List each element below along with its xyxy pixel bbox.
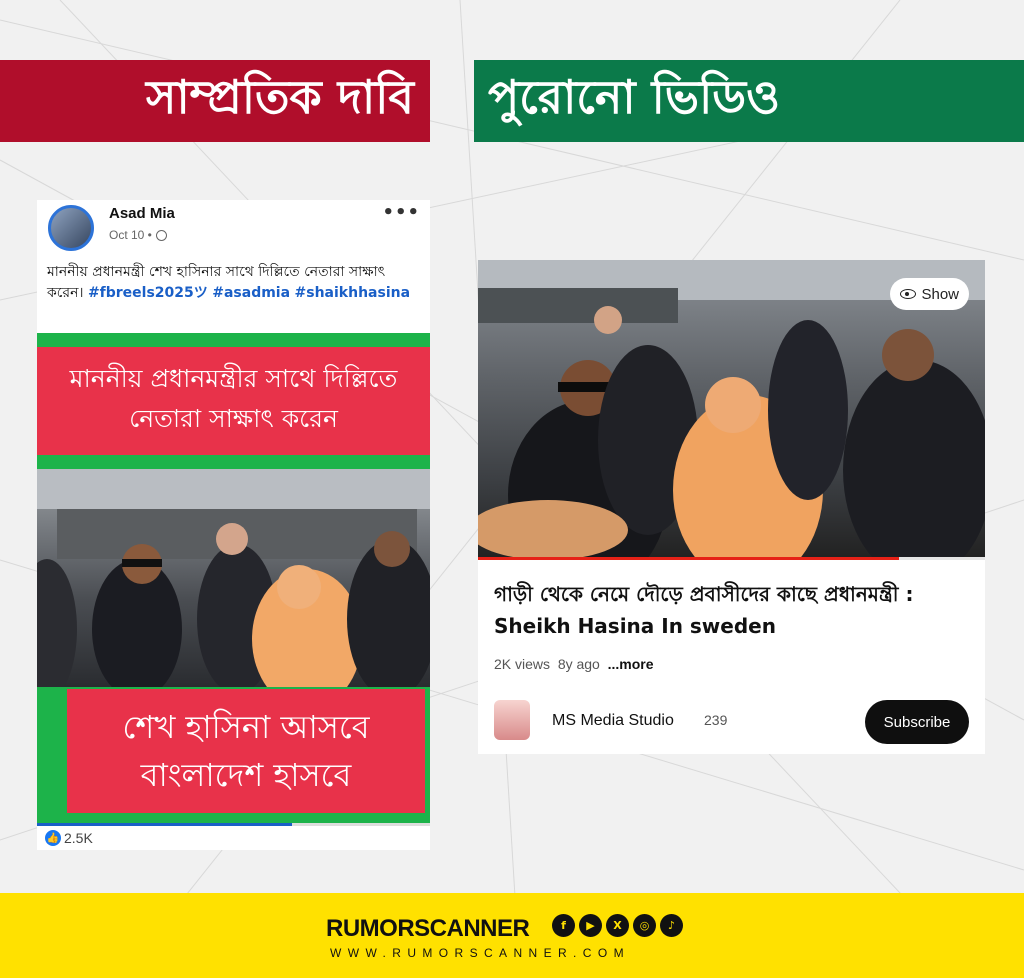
x-icon[interactable]: X [606, 914, 629, 937]
hashtag[interactable]: #asadmia [212, 285, 290, 301]
reaction-count-text: 2.5K [64, 830, 93, 846]
instagram-icon[interactable]: ◎ [633, 914, 656, 937]
like-icon: 👍 [45, 830, 61, 846]
video-progress-bar[interactable] [478, 557, 985, 560]
facebook-icon[interactable]: f [552, 914, 575, 937]
footer: RUMORSCANNER f ▶ X ◎ ♪ WWW.RUMORSCANNER.… [0, 893, 1024, 978]
channel-name[interactable]: MS Media Studio [552, 712, 674, 730]
old-video-banner: পুরোনো ভিডিও [474, 60, 1024, 142]
reel-caption-top: মাননীয় প্রধানমন্ত্রীর সাথে দিল্লিতে নেত… [37, 347, 430, 455]
tiktok-icon[interactable]: ♪ [660, 914, 683, 937]
show-button[interactable]: Show [890, 278, 969, 310]
hashtag[interactable]: #shaikhhasina [295, 285, 411, 301]
video-title[interactable]: গাড়ী থেকে নেমে দৌড়ে প্রবাসীদের কাছে প্… [494, 578, 974, 642]
hashtag[interactable]: #fbreels2025ツ [88, 285, 208, 301]
video-meta: 2K views 8y ago ...more [494, 656, 654, 672]
reel-caption-bottom: শেখ হাসিনা আসবে বাংলাদেশ হাসবে [67, 689, 425, 813]
claim-banner-text: সাম্প্রতিক দাবি [146, 70, 414, 124]
avatar[interactable] [48, 205, 94, 251]
more-options-icon[interactable]: ••• [382, 202, 420, 223]
upload-age: 8y ago [557, 656, 600, 672]
post-text: মাননীয় প্রধানমন্ত্রী শেখ হাসিনার সাথে দ… [47, 262, 422, 304]
reel-progress-bar[interactable] [37, 823, 430, 826]
reaction-count[interactable]: 👍 2.5K [45, 830, 93, 846]
youtube-video-player[interactable]: Show [478, 260, 985, 557]
website-url[interactable]: WWW.RUMORSCANNER.COM [330, 946, 630, 960]
reel-progress-fill [37, 823, 293, 826]
facebook-post: Asad Mia Oct 10 • ••• মাননীয় প্রধানমন্ত… [37, 200, 430, 850]
post-date-text: Oct 10 • [109, 228, 152, 242]
more-link[interactable]: ...more [608, 656, 654, 672]
youtube-icon[interactable]: ▶ [579, 914, 602, 937]
youtube-video: Show গাড়ী থেকে নেমে দৌড়ে প্রবাসীদের কা… [478, 260, 985, 754]
channel-avatar[interactable] [494, 700, 530, 740]
reel-video[interactable]: মাননীয় প্রধানমন্ত্রীর সাথে দিল্লিতে নেত… [37, 333, 430, 823]
post-date: Oct 10 • [109, 228, 167, 242]
show-label: Show [921, 285, 959, 303]
post-author[interactable]: Asad Mia [109, 205, 175, 222]
video-progress-fill [478, 557, 899, 560]
globe-icon [155, 229, 167, 241]
claim-banner: সাম্প্রতিক দাবি [0, 60, 430, 142]
subscriber-count: 239 [704, 712, 728, 728]
view-count: 2K views [494, 656, 551, 672]
reel-video-frame [37, 469, 430, 687]
brand-logo: RUMORSCANNER [326, 915, 530, 942]
social-icons: f ▶ X ◎ ♪ [552, 914, 683, 937]
old-video-banner-text: পুরোনো ভিডিও [488, 70, 780, 124]
eye-icon [900, 289, 917, 299]
video-scene [37, 469, 430, 687]
subscribe-button[interactable]: Subscribe [865, 700, 969, 744]
